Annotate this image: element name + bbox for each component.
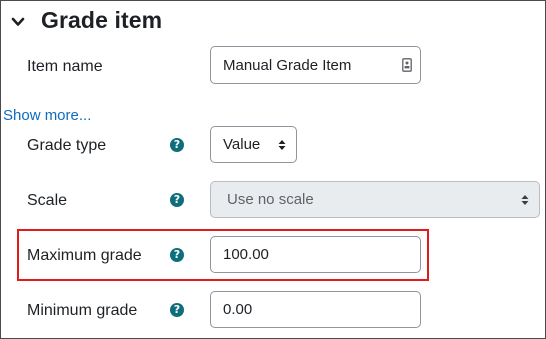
show-more-link[interactable]: Show more...	[3, 107, 91, 124]
chevron-down-icon[interactable]	[11, 15, 25, 29]
grade-type-label: Grade type	[27, 137, 107, 154]
scale-value: Use no scale	[227, 191, 314, 208]
contact-card-icon	[402, 58, 412, 72]
item-name-value: Manual Grade Item	[223, 56, 352, 74]
scale-select: Use no scale	[210, 181, 540, 218]
maximum-grade-input[interactable]: 100.00	[210, 236, 421, 273]
section-header[interactable]: Grade item	[11, 7, 162, 34]
grade-item-panel: Grade item Item name Manual Grade Item S…	[0, 0, 546, 339]
item-name-label: Item name	[27, 58, 103, 75]
grade-type-value: Value	[223, 136, 261, 153]
help-icon[interactable]: ?	[170, 248, 184, 262]
maximum-grade-value: 100.00	[223, 246, 269, 263]
grade-type-select[interactable]: Value	[210, 126, 297, 163]
minimum-grade-input[interactable]: 0.00	[210, 291, 421, 328]
minimum-grade-label: Minimum grade	[27, 302, 138, 319]
minimum-grade-value: 0.00	[223, 301, 253, 318]
maximum-grade-label: Maximum grade	[27, 247, 142, 264]
scale-label: Scale	[27, 192, 68, 209]
select-arrows-icon	[521, 194, 529, 205]
item-name-input[interactable]: Manual Grade Item	[210, 46, 421, 84]
help-icon[interactable]: ?	[170, 303, 184, 317]
select-arrows-icon	[278, 139, 286, 150]
help-icon[interactable]: ?	[170, 138, 184, 152]
section-title: Grade item	[41, 7, 163, 33]
help-icon[interactable]: ?	[170, 193, 184, 207]
